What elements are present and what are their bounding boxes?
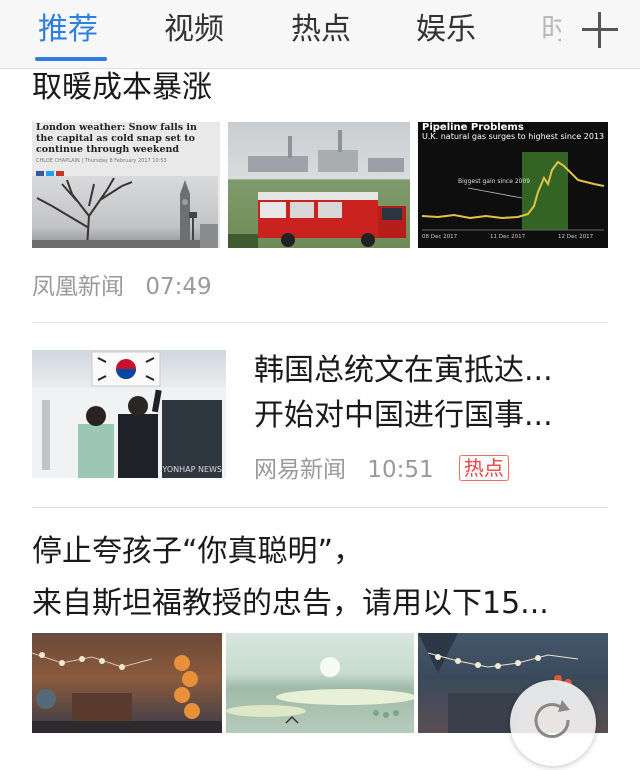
news-thumbnail-firetruck[interactable] <box>228 122 410 248</box>
news-title-line1[interactable]: 韩国总统文在寅抵达... <box>254 349 553 393</box>
channel-tab-bar: 推荐 视频 热点 娱乐 时 <box>0 0 640 69</box>
foggy-london-photo <box>32 176 218 248</box>
tab-video[interactable]: 视频 <box>164 10 224 50</box>
news-thumbnail-newspaper[interactable]: London weather: Snow falls in the capita… <box>32 122 220 248</box>
news-meta: 网易新闻 10:51 热点 <box>254 455 523 485</box>
tab-recommend[interactable]: 推荐 <box>38 10 98 50</box>
news-thumbnail-illustration-1[interactable] <box>32 633 222 733</box>
social-share-icons <box>36 164 66 179</box>
news-thumbnail-korea-president[interactable]: YONHAP NEWS <box>32 350 226 478</box>
news-title-line2[interactable]: 来自斯坦福教授的忠告，请用以下15... <box>32 582 549 626</box>
news-source: 网易新闻 <box>254 457 346 483</box>
thumbnail-headline-text: London weather: Snow falls in the capita… <box>36 122 197 155</box>
news-title[interactable]: 取暖成本暴涨 <box>32 66 212 110</box>
hot-badge: 热点 <box>458 455 509 481</box>
tab-overflow-partial[interactable]: 时 <box>541 10 561 50</box>
tab-hot[interactable]: 热点 <box>291 10 351 50</box>
news-thumbnail-illustration-2[interactable] <box>226 633 414 733</box>
active-tab-indicator <box>35 57 107 61</box>
feed-divider <box>32 322 608 323</box>
refresh-button[interactable] <box>510 680 596 766</box>
photo-watermark: YONHAP NEWS <box>162 465 222 474</box>
news-time: 07:49 <box>145 274 212 300</box>
news-source: 凤凰新闻 <box>32 274 124 300</box>
feed-divider <box>32 507 608 508</box>
add-channel-plus-icon[interactable] <box>578 8 622 52</box>
news-meta: 凤凰新闻 07:49 <box>32 272 226 302</box>
news-title-line1[interactable]: 停止夸孩子“你真聪明”， <box>32 530 363 574</box>
refresh-icon <box>534 700 570 738</box>
news-time: 10:51 <box>367 457 434 483</box>
chart-date-1: 08 Dec 2017 <box>422 234 458 240</box>
news-thumbnail-gas-chart[interactable]: Pipeline Problems U.K. natural gas surge… <box>418 122 608 248</box>
chart-date-2: 11 Dec 2017 <box>490 234 526 240</box>
chart-date-3: 12 Dec 2017 <box>558 234 594 240</box>
tab-entertainment[interactable]: 娱乐 <box>416 10 476 50</box>
news-title-line2[interactable]: 开始对中国进行国事... <box>254 394 553 438</box>
chart-annotation-text: Biggest gain since 2009 <box>458 178 531 185</box>
